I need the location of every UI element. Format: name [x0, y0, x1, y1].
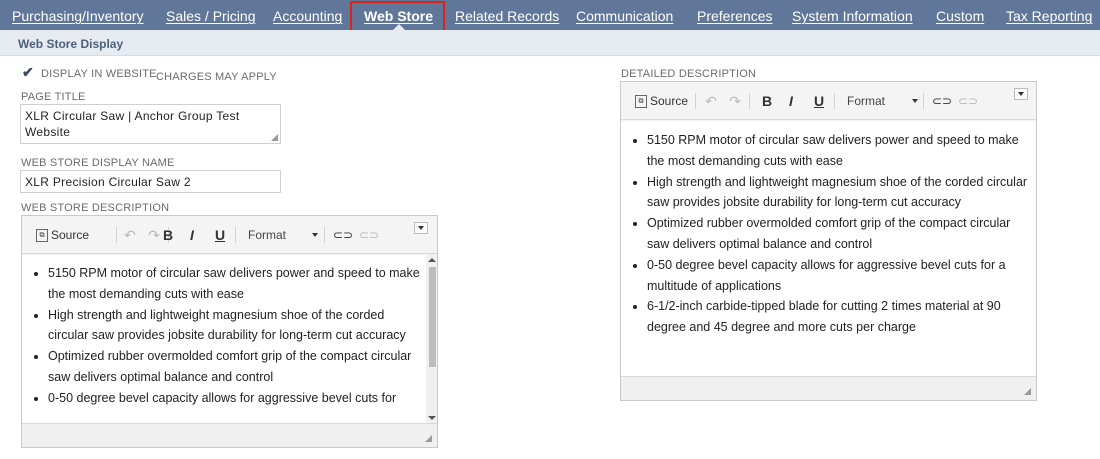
bold-button[interactable]: B — [759, 92, 775, 110]
source-icon: ⧉ — [36, 229, 48, 243]
web-store-description-editor: ⧉Source ↶ ↷ B I U Format ⊂⊃ ⊂⊃ 5150 RPM … — [21, 215, 438, 448]
list-item: 0-50 degree bevel capacity allows for ag… — [647, 255, 1028, 297]
display-in-website-label: DISPLAY IN WEBSITE — [41, 68, 157, 80]
redo-icon[interactable]: ↷ — [727, 92, 743, 110]
detailed-description-label: DETAILED DESCRIPTION — [621, 68, 757, 80]
detailed-description-content[interactable]: 5150 RPM motor of circular saw delivers … — [621, 121, 1036, 378]
source-icon: ⧉ — [635, 95, 647, 109]
collapse-toolbar-icon[interactable] — [1014, 88, 1028, 100]
subtab-bar: Purchasing/Inventory Sales / Pricing Acc… — [0, 0, 1100, 30]
toolbar-separator — [235, 227, 236, 243]
web-store-description-label: WEB STORE DESCRIPTION — [21, 202, 170, 214]
list-item: 5150 RPM motor of circular saw delivers … — [647, 130, 1028, 172]
underline-button[interactable]: U — [212, 226, 228, 244]
page-title-input[interactable]: XLR Circular Saw | Anchor Group Test Web… — [20, 104, 281, 144]
source-label: Source — [51, 228, 90, 242]
chevron-down-icon — [312, 233, 318, 237]
tab-system-information[interactable]: System Information — [792, 0, 913, 30]
tab-custom[interactable]: Custom — [936, 0, 984, 30]
list-item: Optimized rubber overmolded comfort grip… — [48, 346, 426, 388]
editor-statusbar — [22, 423, 437, 447]
editor-toolbar: ⧉ Source ↶ ↷ B I U Format ⊂⊃ ⊂⊃ — [621, 82, 1036, 120]
list-item: 0-50 degree bevel capacity allows for ag… — [48, 388, 426, 409]
description-list: 5150 RPM motor of circular saw delivers … — [22, 263, 426, 409]
display-name-input[interactable]: XLR Precision Circular Saw 2 — [20, 170, 281, 193]
tab-tax-reporting[interactable]: Tax Reporting — [1006, 0, 1092, 30]
tab-accounting[interactable]: Accounting — [273, 0, 342, 30]
page-title-label: PAGE TITLE — [21, 91, 86, 103]
collapse-toolbar-icon[interactable] — [414, 222, 428, 234]
tab-related-records[interactable]: Related Records — [455, 0, 559, 30]
scroll-thumb[interactable] — [429, 267, 436, 367]
unlink-icon[interactable]: ⊂⊃ — [359, 226, 379, 244]
undo-icon[interactable]: ↶ — [703, 92, 719, 110]
tab-sales-pricing[interactable]: Sales / Pricing — [166, 0, 255, 30]
undo-icon[interactable]: ↶ — [122, 226, 138, 244]
bold-button[interactable]: B — [160, 226, 176, 244]
display-name-value: XLR Precision Circular Saw 2 — [25, 175, 191, 189]
format-dropdown[interactable]: Format — [248, 226, 286, 244]
list-item: High strength and lightweight magnesium … — [647, 172, 1028, 214]
display-in-website-checkbox[interactable]: ✔ — [22, 65, 36, 79]
detailed-description-editor: ⧉Source ↶ ↷ B I U Format ⊂⊃ ⊂⊃ 5150 RPM … — [620, 81, 1037, 401]
section-title: Web Store Display — [18, 37, 124, 51]
toolbar-separator — [923, 93, 924, 109]
source-button[interactable]: ⧉ Source — [635, 92, 688, 110]
unlink-icon[interactable]: ⊂⊃ — [958, 92, 978, 110]
link-icon[interactable]: ⊂⊃ — [333, 226, 353, 244]
display-name-label: WEB STORE DISPLAY NAME — [21, 157, 175, 169]
list-item: Optimized rubber overmolded comfort grip… — [647, 213, 1028, 255]
format-dropdown[interactable]: Format — [847, 92, 885, 110]
italic-button[interactable]: I — [783, 92, 799, 110]
section-header: Web Store Display — [0, 30, 1100, 56]
scroll-down-arrow[interactable] — [428, 416, 436, 420]
resize-grip-icon[interactable] — [1024, 388, 1031, 395]
editor-scrollbar[interactable] — [427, 255, 437, 423]
toolbar-separator — [749, 93, 750, 109]
check-icon: ✔ — [22, 64, 34, 80]
chevron-down-icon — [912, 99, 918, 103]
charges-may-apply-note: CHARGES MAY APPLY — [156, 71, 277, 83]
editor-statusbar — [621, 376, 1036, 400]
tab-preferences[interactable]: Preferences — [697, 0, 772, 30]
toolbar-separator — [834, 93, 835, 109]
toolbar-separator — [695, 93, 696, 109]
resize-grip-icon[interactable] — [271, 134, 278, 141]
underline-button[interactable]: U — [811, 92, 827, 110]
toolbar-separator — [116, 227, 117, 243]
tab-purchasing-inventory[interactable]: Purchasing/Inventory — [12, 0, 144, 30]
toolbar-separator — [324, 227, 325, 243]
scroll-up-arrow[interactable] — [428, 258, 436, 262]
description-list: 5150 RPM motor of circular saw delivers … — [621, 130, 1028, 338]
list-item: 6-1/2-inch carbide-tipped blade for cutt… — [647, 296, 1028, 338]
italic-button[interactable]: I — [184, 226, 200, 244]
editor-toolbar: ⧉ Source ↶ ↷ B I U Format ⊂⊃ ⊂⊃ — [22, 216, 437, 254]
source-label: Source — [650, 94, 689, 108]
page-title-value: XLR Circular Saw | Anchor Group Test Web… — [25, 109, 240, 139]
list-item: 5150 RPM motor of circular saw delivers … — [48, 263, 426, 305]
list-item: High strength and lightweight magnesium … — [48, 305, 426, 347]
source-button[interactable]: ⧉ Source — [36, 226, 89, 244]
link-icon[interactable]: ⊂⊃ — [932, 92, 952, 110]
resize-grip-icon[interactable] — [425, 435, 432, 442]
tab-communication[interactable]: Communication — [576, 0, 673, 30]
web-store-description-content[interactable]: 5150 RPM motor of circular saw delivers … — [22, 255, 426, 423]
